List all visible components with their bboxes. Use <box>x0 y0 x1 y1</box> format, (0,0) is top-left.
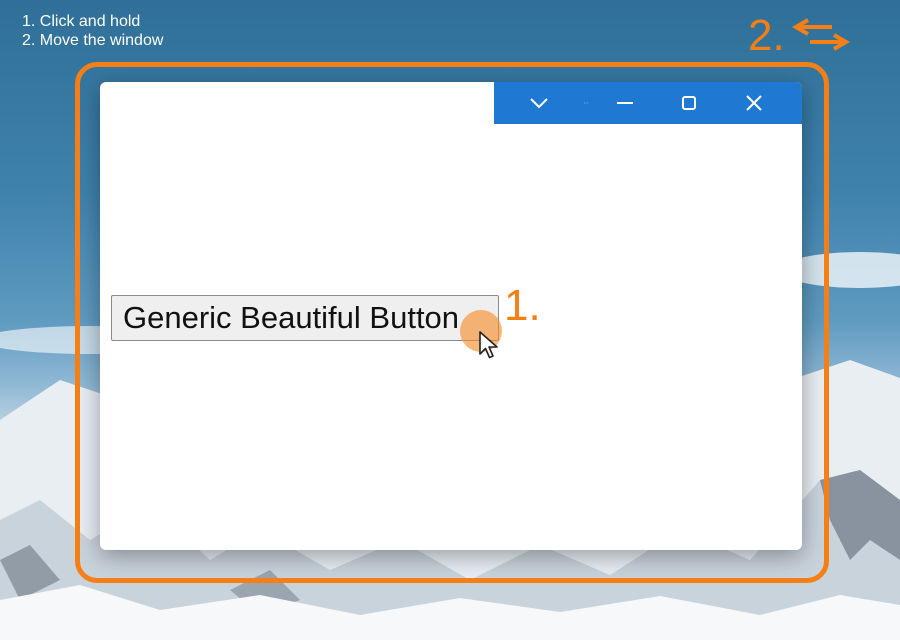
generic-beautiful-button[interactable]: Generic Beautiful Button <box>111 295 499 341</box>
step-2-marker: 2. <box>748 11 785 60</box>
instructions: 1. Click and hold 2. Move the window <box>22 12 163 50</box>
close-button[interactable] <box>716 82 792 124</box>
app-window[interactable]: Generic Beautiful Button <box>100 82 802 550</box>
instruction-step-1: 1. Click and hold <box>22 13 141 30</box>
minimize-button[interactable] <box>588 82 662 124</box>
close-icon <box>746 95 762 111</box>
cursor-icon <box>479 331 498 359</box>
maximize-button[interactable] <box>662 82 716 124</box>
maximize-icon <box>682 96 696 110</box>
title-bar-controls[interactable] <box>494 82 802 124</box>
dropdown-button[interactable] <box>494 82 584 124</box>
chevron-down-icon <box>530 98 548 109</box>
move-arrows-icon <box>792 18 850 51</box>
minimize-icon <box>617 102 633 104</box>
step-1-marker: 1. <box>504 281 541 330</box>
instruction-step-2: 2. Move the window <box>22 32 164 49</box>
